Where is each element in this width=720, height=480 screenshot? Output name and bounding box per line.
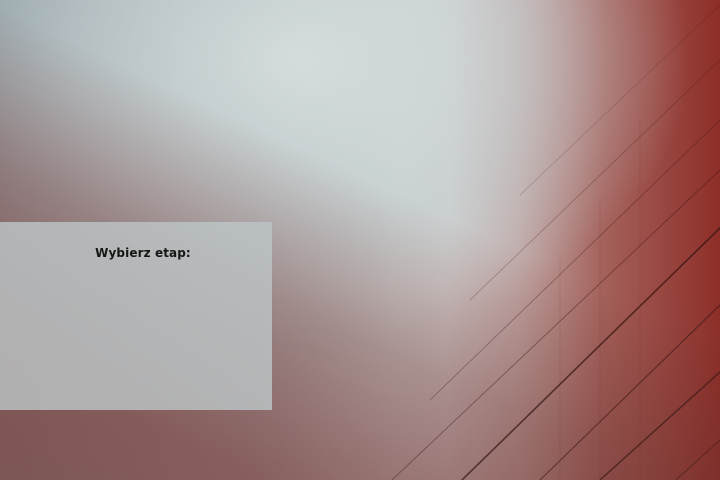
- facade-line: [429, 119, 720, 401]
- stage-select-title: Wybierz etap:: [95, 246, 191, 260]
- stage-list: [16, 272, 256, 394]
- facade-line: [599, 371, 720, 480]
- background-scene: Wybierz etap:: [0, 0, 720, 480]
- facade-line: [391, 169, 720, 480]
- facade-line: [519, 4, 720, 196]
- facade-line: [461, 227, 720, 480]
- stage-select-panel: Wybierz etap:: [0, 222, 272, 410]
- facade-line: [675, 439, 720, 480]
